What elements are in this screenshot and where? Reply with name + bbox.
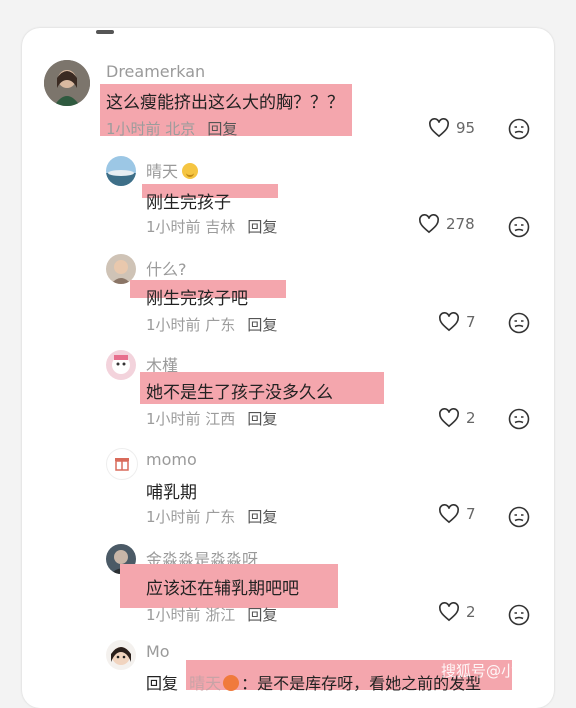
sun-emoji-icon	[182, 163, 199, 179]
like-count: 7	[466, 505, 476, 523]
username[interactable]: Dreamerkan	[106, 62, 205, 81]
like-button[interactable]: 7	[438, 504, 476, 524]
comment-meta: 1小时前 广东 回复	[146, 506, 277, 527]
reply-button[interactable]: 回复	[247, 606, 277, 624]
heart-icon	[439, 602, 459, 622]
reply-button[interactable]: 回复	[247, 410, 277, 428]
mention-username[interactable]: 晴天	[189, 674, 221, 693]
heart-icon	[439, 504, 459, 524]
reply-button[interactable]: 回复	[207, 120, 237, 138]
emoji-reaction-icon[interactable]	[508, 118, 530, 140]
comment-text: 她不是生了孩子没多久么	[146, 383, 333, 403]
time-location: 1小时前 广东	[146, 316, 236, 334]
comment-text: 应该还在辅乳期吧吧	[146, 579, 299, 599]
heart-icon	[439, 312, 459, 332]
like-count: 2	[466, 409, 476, 427]
avatar[interactable]	[106, 640, 136, 670]
avatar[interactable]	[44, 60, 90, 106]
avatar[interactable]	[106, 448, 138, 480]
comment-meta: 1小时前 江西 回复	[146, 408, 277, 429]
time-location: 1小时前 江西	[146, 410, 236, 428]
comment-text: 刚生完孩子吧	[146, 289, 248, 309]
like-count: 95	[456, 119, 476, 137]
username[interactable]: Mo	[146, 642, 170, 661]
emoji-reaction-icon[interactable]	[508, 604, 530, 626]
angry-emoji-icon	[223, 675, 240, 691]
emoji-reaction-icon[interactable]	[508, 216, 530, 238]
comment-text: 刚生完孩子	[146, 193, 231, 213]
like-count: 278	[446, 215, 475, 233]
heart-icon	[439, 408, 459, 428]
comment-text: 哺乳期	[146, 483, 197, 503]
comment-meta: 1小时前 浙江 回复	[146, 604, 277, 625]
emoji-reaction-icon[interactable]	[508, 506, 530, 528]
emoji-reaction-icon[interactable]	[508, 312, 530, 334]
username[interactable]: momo	[146, 450, 197, 469]
comment-meta: 1小时前 广东 回复	[146, 314, 277, 335]
like-button[interactable]: 278	[418, 214, 475, 234]
comment-meta: 1小时前 吉林 回复	[146, 216, 277, 237]
like-count: 7	[466, 313, 476, 331]
like-button[interactable]: 2	[438, 408, 476, 428]
time-location: 1小时前 广东	[146, 508, 236, 526]
comment-meta: 1小时前 北京 回复	[106, 118, 237, 139]
reply-button[interactable]: 回复	[146, 674, 178, 693]
time-location: 1小时前 吉林	[146, 218, 236, 236]
avatar[interactable]	[106, 350, 136, 380]
emoji-reaction-icon[interactable]	[508, 408, 530, 430]
like-count: 2	[466, 603, 476, 621]
card-top-handle	[96, 30, 114, 34]
like-button[interactable]: 95	[428, 118, 475, 138]
reply-button[interactable]: 回复	[247, 508, 277, 526]
username[interactable]: 什么?	[146, 256, 187, 280]
reply-button[interactable]: 回复	[247, 316, 277, 334]
like-button[interactable]: 7	[438, 312, 476, 332]
comment-text: 这么瘦能挤出这么大的胸？？？	[106, 93, 344, 113]
watermark: 搜狐号@小星月	[440, 662, 546, 680]
reply-button[interactable]: 回复	[247, 218, 277, 236]
like-button[interactable]: 2	[438, 602, 476, 622]
avatar[interactable]	[106, 156, 136, 186]
heart-icon	[429, 118, 449, 138]
username[interactable]: 晴天	[146, 158, 199, 182]
heart-icon	[419, 214, 439, 234]
comment-text: 回复 晴天 ：是不是库存呀，看她之前的发型	[146, 674, 482, 693]
time-location: 1小时前 北京	[106, 120, 196, 138]
time-location: 1小时前 浙江	[146, 606, 236, 624]
